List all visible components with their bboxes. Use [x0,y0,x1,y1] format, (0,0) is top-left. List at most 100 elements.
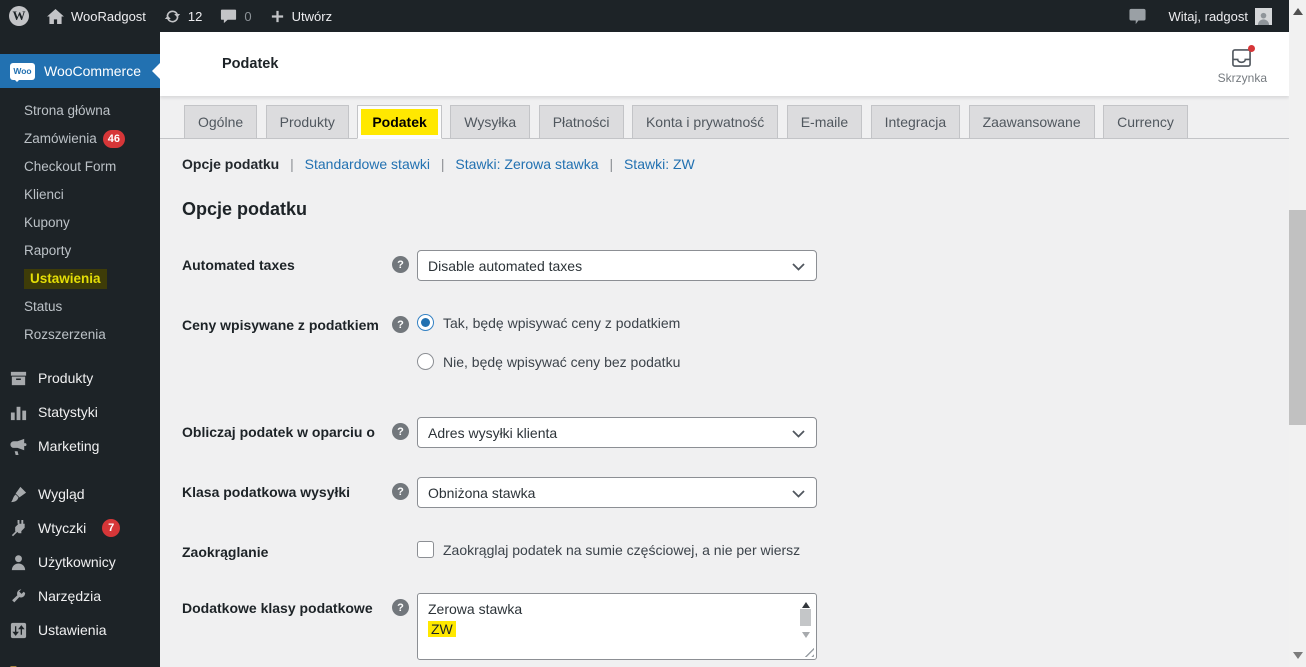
sidebar-item-zamowienia[interactable]: Zamówienia 46 [0,125,160,153]
subnav-stawki-zerowa[interactable]: Stawki: Zerowa stawka [455,156,598,172]
tab-wysylka[interactable]: Wysyłka [450,105,531,139]
help-icon[interactable]: ? [392,256,409,273]
additional-tax-classes-textarea[interactable]: Zerowa stawka ZW [417,593,817,660]
highlighted-submenu-label: Ustawienia [24,269,107,289]
sidebar-item-wp-file-manager[interactable]: WP File M [0,655,160,667]
tab-platnosci[interactable]: Płatności [538,105,624,139]
wordpress-logo-icon: W [9,6,29,26]
new-content-button[interactable]: Utwórz [261,0,341,32]
megaphone-icon [9,437,28,456]
submenu-label: Strona główna [24,103,111,118]
sidebar-item-strona-glowna[interactable]: Strona główna [0,97,160,125]
users-icon [9,553,28,572]
menu-label: Ustawienia [38,622,107,638]
sidebar-item-statystyki[interactable]: Statystyki [0,395,160,429]
radio-unselected-icon[interactable] [417,353,434,370]
tax-based-on-select[interactable]: Adres wysyłki klienta [417,417,817,448]
sidebar-item-kupony[interactable]: Kupony [0,209,160,237]
scroll-up-arrow-icon[interactable] [802,598,810,608]
radio-selected-icon[interactable] [417,314,434,331]
sidebar-item-narzedzia[interactable]: Narzędzia [0,579,160,613]
menu-label: Wtyczki [38,520,87,536]
tab-produkty[interactable]: Produkty [265,105,349,139]
tab-podatek-highlight: Podatek [361,109,438,135]
radio-label: Nie, będę wpisywać ceny bez podatku [443,353,681,370]
sidebar-item-status[interactable]: Status [0,293,160,321]
textarea-scrollbar[interactable] [799,596,814,657]
sidebar-item-marketing[interactable]: Marketing [0,429,160,463]
window-scrollbar[interactable] [1289,0,1306,667]
inbox-label: Skrzynka [1217,70,1267,85]
site-name-link[interactable]: WooRadgost [38,0,155,32]
tab-zaawansowane[interactable]: Zaawansowane [968,105,1095,139]
sidebar-item-ustawienia-wp[interactable]: Ustawienia [0,613,160,647]
folder-icon [9,663,28,667]
section-title: Opcje podatku [182,199,308,219]
field-label: Obliczaj podatek w oparciu o [182,424,375,440]
notification-dot [1248,44,1256,52]
account-menu[interactable]: Witaj, radgost [1160,0,1281,32]
help-icon[interactable]: ? [392,423,409,440]
help-icon[interactable]: ? [392,599,409,616]
sidebar-item-wyglad[interactable]: Wygląd [0,477,160,511]
comment-count: 0 [244,8,252,24]
chevron-down-icon [792,490,805,498]
scroll-down-arrow-icon[interactable] [1293,652,1303,659]
products-box-icon [9,369,28,388]
sidebar-item-wtyczki[interactable]: Wtyczki 7 [0,511,160,545]
menu-label: Statystyki [38,404,98,420]
submenu-label: Rozszerzenia [24,327,106,342]
subnav-opcje-podatku[interactable]: Opcje podatku [182,156,279,172]
sidebar-item-rozszerzenia[interactable]: Rozszerzenia [0,321,160,349]
updates-link[interactable]: 12 [155,0,211,32]
sidebar-item-produkty[interactable]: Produkty [0,361,160,395]
subnav-standardowe-stawki[interactable]: Standardowe stawki [305,156,430,172]
chat-bubble-icon [1128,8,1147,25]
shipping-tax-class-select[interactable]: Obniżona stawka [417,477,817,508]
highlighted-text: ZW [428,621,456,637]
tab-konta-i-prywatnosc[interactable]: Konta i prywatność [631,105,779,139]
tab-integracja[interactable]: Integracja [870,105,961,139]
sidebar-item-raporty[interactable]: Raporty [0,237,160,265]
row-tax-based-on: Obliczaj podatek w oparciu o ? Adres wys… [182,417,1289,448]
sidebar-item-checkout-form[interactable]: Checkout Form [0,153,160,181]
tax-options-form: Automated taxes ? Disable automated taxe… [182,250,1289,660]
sidebar-item-klienci[interactable]: Klienci [0,181,160,209]
prices-radio-group: Tak, będę wpisywać ceny z podatkiem Nie,… [417,310,680,370]
menu-label: Narzędzia [38,588,102,604]
field-label: Zaokrąglanie [182,544,269,560]
tab-podatek-active[interactable]: Podatek [357,105,442,139]
scroll-down-arrow-icon[interactable] [802,632,810,642]
subnav-stawki-zw[interactable]: Stawki: ZW [624,156,695,172]
comments-link[interactable]: 0 [211,0,260,32]
admin-sidebar: Woo WooCommerce Strona główna Zamówienia… [0,32,160,667]
tab-ogolne[interactable]: Ogólne [184,105,258,139]
rounding-checkbox-option[interactable]: Zaokrąglaj podatek na sumie częściowej, … [417,537,800,558]
row-automated-taxes: Automated taxes ? Disable automated taxe… [182,250,1289,281]
tab-currency[interactable]: Currency [1103,105,1188,139]
menu-label: Marketing [38,438,100,454]
help-icon[interactable]: ? [392,316,409,333]
inbox-button[interactable]: Skrzynka [1218,44,1267,85]
tab-emaile[interactable]: E-maile [786,105,863,139]
automated-taxes-select[interactable]: Disable automated taxes [417,250,817,281]
help-icon[interactable]: ? [392,483,409,500]
menu-label: Produkty [38,370,94,386]
submenu-label: Checkout Form [24,159,117,174]
radio-option-tax-inclusive[interactable]: Tak, będę wpisywać ceny z podatkiem [417,314,680,331]
checkbox-unchecked-icon[interactable] [417,541,434,558]
plus-icon [270,9,285,24]
scroll-thumb[interactable] [800,609,811,626]
scroll-up-arrow-icon[interactable] [1293,8,1303,15]
sidebar-item-ustawienia-wc-current[interactable]: Ustawienia [0,265,160,293]
wordpress-menu-button[interactable]: W [0,0,38,32]
chevron-down-icon [792,430,805,438]
woocommerce-submenu: Strona główna Zamówienia 46 Checkout Form… [0,88,160,361]
sidebar-item-uzytkownicy[interactable]: Użytkownicy [0,545,160,579]
chat-notification-button[interactable] [1119,0,1156,32]
textarea-line: ZW [428,619,790,639]
sidebar-item-woocommerce[interactable]: Woo WooCommerce [0,54,160,88]
radio-option-tax-exclusive[interactable]: Nie, będę wpisywać ceny bez podatku [417,353,680,370]
scroll-thumb[interactable] [1289,210,1306,425]
wrench-icon [9,587,28,606]
